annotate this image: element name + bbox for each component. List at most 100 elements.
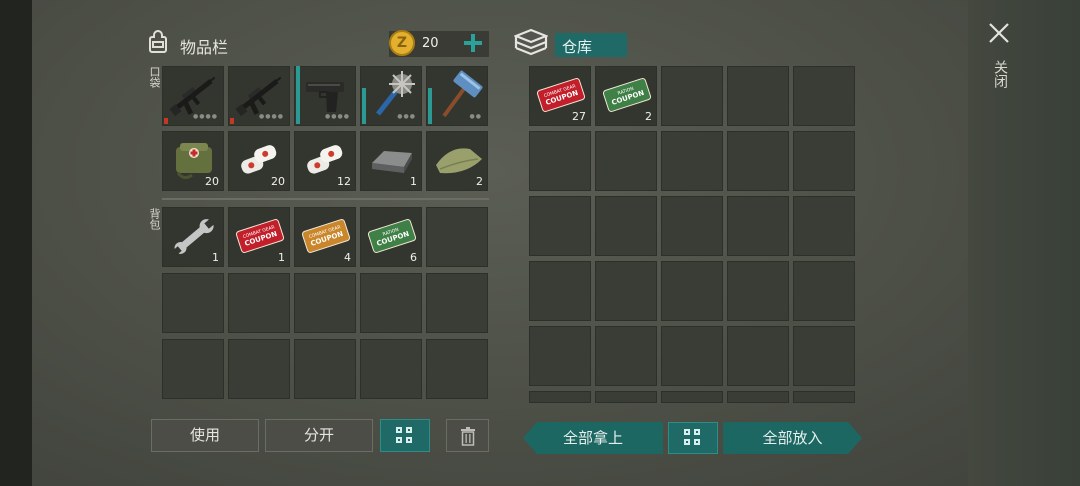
use-button[interactable]: 使用 (151, 419, 259, 452)
empty-slot[interactable] (727, 131, 789, 191)
close-button[interactable] (987, 21, 1011, 45)
empty-slot[interactable] (661, 391, 723, 403)
storage-title: 仓库 (562, 38, 593, 56)
item-slot[interactable]: 20 (228, 131, 290, 191)
empty-slot[interactable] (595, 196, 657, 256)
empty-slot[interactable] (426, 273, 488, 333)
divider (162, 198, 489, 200)
empty-slot[interactable] (529, 261, 591, 321)
empty-slot[interactable] (661, 196, 723, 256)
empty-slot[interactable] (595, 131, 657, 191)
item-count: 6 (410, 251, 417, 264)
durability-bar (164, 118, 168, 124)
item-slot[interactable]: ●●● (360, 66, 422, 126)
durability-bar (428, 88, 432, 124)
empty-slot[interactable] (595, 391, 657, 403)
empty-slot[interactable] (529, 196, 591, 256)
right-panel (968, 0, 1080, 486)
durability-dots: ●●●● (325, 113, 350, 120)
item-count: 12 (337, 175, 351, 188)
storage-title-tab: 仓库 (555, 33, 627, 57)
empty-slot[interactable] (294, 273, 356, 333)
close-icon (989, 23, 1009, 43)
item-slot[interactable]: ●●●● (162, 66, 224, 126)
grid-icon (684, 429, 702, 447)
item-count: 1 (212, 251, 219, 264)
durability-dots: ●● (469, 113, 482, 120)
backpack-icon (146, 30, 170, 54)
empty-slot[interactable] (360, 273, 422, 333)
empty-slot[interactable] (426, 339, 488, 399)
add-coins-button[interactable] (462, 32, 484, 54)
empty-slot[interactable] (228, 273, 290, 333)
close-label[interactable]: 关闭 (990, 60, 1010, 88)
coin-count: 20 (422, 36, 439, 51)
empty-slot[interactable] (727, 391, 789, 403)
storage-icon (513, 28, 549, 62)
durability-bar (230, 118, 234, 124)
inventory-title: 物品栏 (180, 38, 229, 57)
item-slot[interactable]: 20 (162, 131, 224, 191)
split-button[interactable]: 分开 (265, 419, 373, 452)
empty-slot[interactable] (661, 66, 723, 126)
durability-dots: ●●●● (193, 113, 218, 120)
empty-slot[interactable] (661, 326, 723, 386)
empty-slot[interactable] (727, 196, 789, 256)
durability-dots: ●●●● (259, 113, 284, 120)
item-count: 2 (476, 175, 483, 188)
item-slot[interactable]: 1 (162, 207, 224, 267)
empty-slot[interactable] (529, 326, 591, 386)
item-count: 4 (344, 251, 351, 264)
empty-slot[interactable] (727, 261, 789, 321)
item-slot[interactable]: 2 (426, 131, 488, 191)
take-all-button[interactable]: 全部拿上 (523, 422, 663, 454)
item-slot[interactable]: ●●●● (294, 66, 356, 126)
put-all-button[interactable]: 全部放入 (723, 422, 862, 454)
pocket-label: 口袋 (148, 66, 161, 88)
grid-icon (396, 426, 414, 445)
empty-slot[interactable] (228, 339, 290, 399)
item-count: 2 (645, 110, 652, 123)
empty-slot[interactable] (162, 273, 224, 333)
durability-bar (362, 88, 366, 124)
item-count: 1 (410, 175, 417, 188)
backpack-label: 背包 (148, 208, 161, 230)
item-count: 20 (205, 175, 219, 188)
empty-slot[interactable] (793, 326, 855, 386)
item-slot[interactable]: COMBAT GEAR COUPON 27 (529, 66, 591, 126)
empty-slot[interactable] (162, 339, 224, 399)
item-slot[interactable]: 1 (360, 131, 422, 191)
empty-slot[interactable] (294, 339, 356, 399)
trash-icon (460, 427, 475, 446)
empty-slot[interactable] (360, 339, 422, 399)
empty-slot[interactable] (529, 131, 591, 191)
item-count: 20 (271, 175, 285, 188)
durability-dots: ●●● (397, 113, 416, 120)
item-slot[interactable]: 12 (294, 131, 356, 191)
item-slot[interactable]: RATION COUPON 6 (360, 207, 422, 267)
sort-storage-button[interactable] (668, 422, 718, 454)
item-slot[interactable]: COMBAT GEAR COUPON 4 (294, 207, 356, 267)
item-slot[interactable]: ●●●● (228, 66, 290, 126)
empty-slot[interactable] (727, 66, 789, 126)
item-slot[interactable]: ●● (426, 66, 488, 126)
empty-slot[interactable] (727, 326, 789, 386)
empty-slot[interactable] (595, 261, 657, 321)
item-slot[interactable]: RATION COUPON 2 (595, 66, 657, 126)
empty-slot[interactable] (661, 261, 723, 321)
durability-bar (296, 66, 300, 124)
empty-slot[interactable] (793, 196, 855, 256)
empty-slot[interactable] (661, 131, 723, 191)
empty-slot[interactable] (426, 207, 488, 267)
empty-slot[interactable] (793, 261, 855, 321)
empty-slot[interactable] (793, 66, 855, 126)
empty-slot[interactable] (793, 391, 855, 403)
discard-button[interactable] (446, 419, 489, 452)
empty-slot[interactable] (793, 131, 855, 191)
left-edge (0, 0, 32, 486)
item-slot[interactable]: COMBAT GEAR COUPON 1 (228, 207, 290, 267)
empty-slot[interactable] (595, 326, 657, 386)
sort-inventory-button[interactable] (380, 419, 430, 452)
empty-slot[interactable] (529, 391, 591, 403)
coin-icon: Z (389, 30, 415, 56)
